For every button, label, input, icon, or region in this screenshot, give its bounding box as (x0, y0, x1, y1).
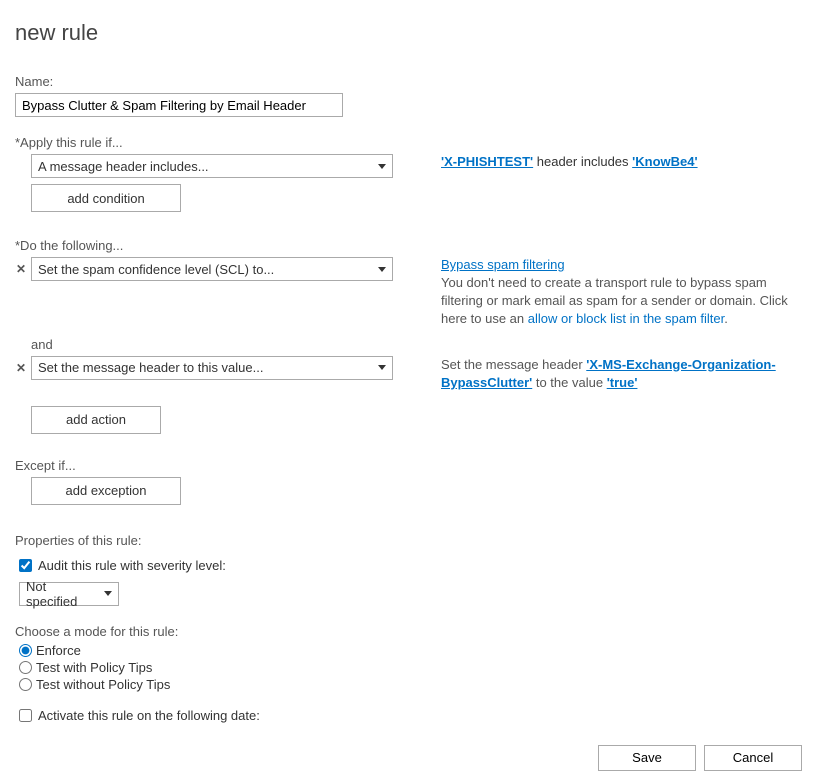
mode-test-policy-radio[interactable] (19, 661, 32, 674)
properties-label: Properties of this rule: (15, 533, 810, 548)
add-condition-button[interactable]: add condition (31, 184, 181, 212)
audit-label: Audit this rule with severity level: (38, 558, 226, 573)
audit-checkbox[interactable] (19, 559, 32, 572)
name-label: Name: (15, 74, 810, 89)
remove-action-2-icon[interactable]: ✕ (15, 357, 27, 379)
bypass-spam-info: You don't need to create a transport rul… (441, 274, 810, 329)
name-input[interactable] (15, 93, 343, 117)
apply-if-dropdown-text: A message header includes... (38, 159, 209, 174)
severity-dropdown-text: Not specified (26, 579, 98, 609)
mode-enforce-label: Enforce (36, 643, 81, 658)
action-1-dropdown[interactable]: Set the spam confidence level (SCL) to..… (31, 257, 393, 281)
caret-icon (378, 164, 386, 169)
mode-label: Choose a mode for this rule: (15, 624, 810, 639)
apply-if-label: *Apply this rule if... (15, 135, 810, 150)
action-2-dropdown[interactable]: Set the message header to this value... (31, 356, 393, 380)
add-action-button[interactable]: add action (31, 406, 161, 434)
page-title: new rule (15, 20, 810, 46)
add-exception-button[interactable]: add exception (31, 477, 181, 505)
set-header-value-link[interactable]: 'true' (607, 375, 638, 390)
save-button[interactable]: Save (598, 745, 696, 771)
allow-block-link[interactable]: allow or block list in the spam filter (528, 311, 725, 326)
header-value-link[interactable]: 'KnowBe4' (632, 154, 697, 169)
except-if-label: Except if... (15, 458, 810, 473)
remove-action-1-icon[interactable]: ✕ (15, 258, 27, 280)
caret-icon (378, 267, 386, 272)
cancel-button[interactable]: Cancel (704, 745, 802, 771)
set-header-info: Set the message header 'X-MS-Exchange-Or… (413, 356, 810, 392)
and-label: and (31, 337, 810, 352)
mode-test-policy-label: Test with Policy Tips (36, 660, 152, 675)
action-2-dropdown-text: Set the message header to this value... (38, 360, 263, 375)
activate-label: Activate this rule on the following date… (38, 708, 260, 723)
caret-icon (104, 591, 112, 596)
do-following-label: *Do the following... (15, 238, 810, 253)
severity-dropdown[interactable]: Not specified (19, 582, 119, 606)
mode-enforce-radio[interactable] (19, 644, 32, 657)
mode-test-no-policy-label: Test without Policy Tips (36, 677, 170, 692)
caret-icon (378, 365, 386, 370)
apply-if-dropdown[interactable]: A message header includes... (31, 154, 393, 178)
action-1-dropdown-text: Set the spam confidence level (SCL) to..… (38, 262, 274, 277)
activate-checkbox[interactable] (19, 709, 32, 722)
mode-test-no-policy-radio[interactable] (19, 678, 32, 691)
header-connector: header includes (533, 154, 632, 169)
header-name-link[interactable]: 'X-PHISHTEST' (441, 154, 533, 169)
bypass-spam-link[interactable]: Bypass spam filtering (441, 257, 565, 272)
